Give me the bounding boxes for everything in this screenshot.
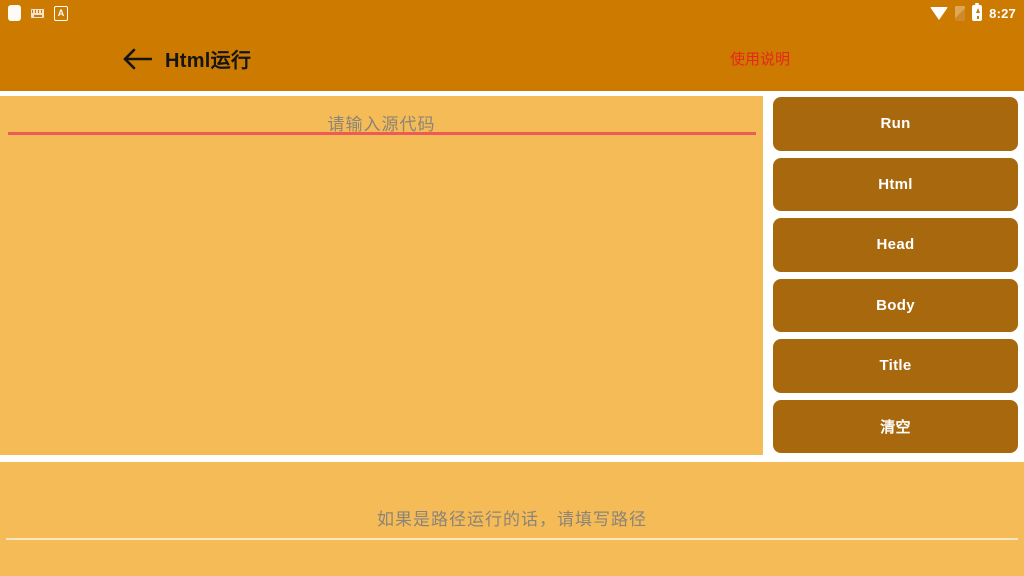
instructions-link[interactable]: 使用说明 <box>248 48 1024 69</box>
source-code-editor[interactable]: 请输入源代码 <box>0 96 763 455</box>
source-code-underline <box>8 132 756 135</box>
main-content: 请输入源代码 Run Html Head Body Title 清空 如果是路径… <box>0 96 1024 576</box>
ime-indicator-icon: A <box>54 5 68 21</box>
path-input-underline <box>6 538 1018 540</box>
sim-card-icon <box>955 5 966 21</box>
run-button[interactable]: Run <box>773 97 1018 151</box>
action-button-column: Run Html Head Body Title 清空 <box>763 96 1024 455</box>
head-button[interactable]: Head <box>773 218 1018 272</box>
keyboard-icon <box>30 7 45 19</box>
status-bar-clock: 8:27 <box>989 5 1016 21</box>
battery-charging-icon <box>972 3 983 21</box>
back-button[interactable] <box>120 42 154 76</box>
action-bar: Html运行 使用说明 <box>0 26 1024 91</box>
title-button[interactable]: Title <box>773 339 1018 393</box>
path-input-placeholder: 如果是路径运行的话，请填写路径 <box>377 510 647 529</box>
status-bar-left-icons: A <box>8 5 68 21</box>
back-arrow-icon <box>122 48 152 70</box>
clear-button[interactable]: 清空 <box>773 399 1018 453</box>
page-title: Html运行 <box>165 50 252 72</box>
html-button[interactable]: Html <box>773 157 1018 211</box>
app-root: A 8:27 Html运行 使用说明 请输入源代码 Run Html Head … <box>0 0 1024 576</box>
status-bar-right-icons: 8:27 <box>930 3 1016 21</box>
notification-icon <box>8 5 21 21</box>
body-button[interactable]: Body <box>773 278 1018 332</box>
section-divider <box>0 455 1024 462</box>
path-input-field[interactable]: 如果是路径运行的话，请填写路径 <box>0 462 1024 576</box>
wifi-icon <box>930 6 949 20</box>
status-bar: A 8:27 <box>0 0 1024 26</box>
